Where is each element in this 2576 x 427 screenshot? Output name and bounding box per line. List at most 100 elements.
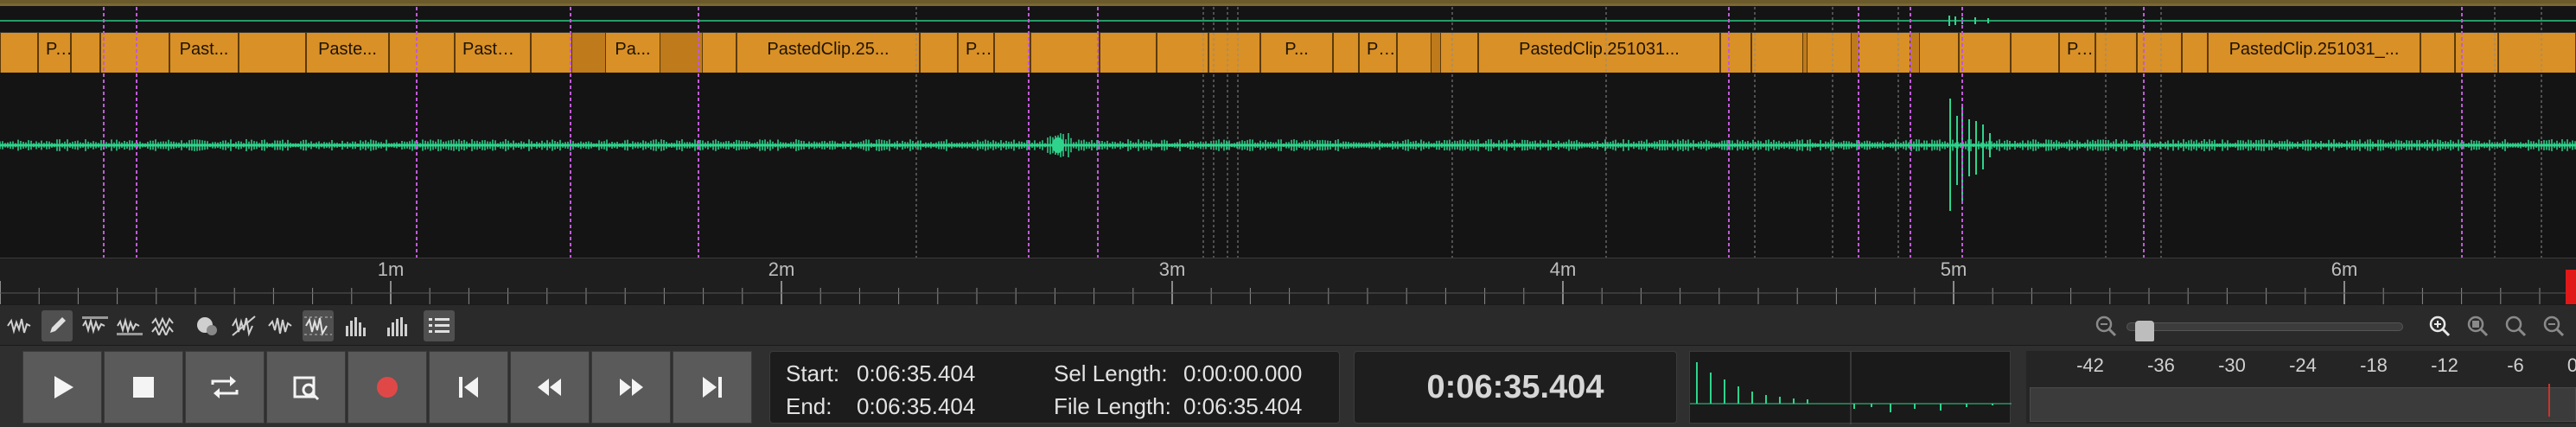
- clip-segment[interactable]: [2455, 33, 2498, 73]
- clip-segment[interactable]: [531, 33, 572, 73]
- clip-label: Paste...: [318, 40, 377, 59]
- ruler-label: 1m: [377, 258, 405, 280]
- meter-scale-label: -12: [2431, 354, 2458, 376]
- grid-wave-icon[interactable]: [303, 310, 334, 341]
- start-label: Start:: [786, 360, 840, 386]
- clip-segment[interactable]: [1859, 33, 1910, 73]
- overview-strip[interactable]: [0, 0, 2576, 33]
- clip-segment[interactable]: [2498, 33, 2576, 73]
- clip-segment[interactable]: [1751, 33, 1803, 73]
- clip[interactable]: P...: [38, 33, 71, 73]
- clip-segment[interactable]: [2420, 33, 2455, 73]
- file-length-label: File Length:: [1054, 393, 1171, 419]
- clip-segment[interactable]: [389, 33, 455, 73]
- stop-button[interactable]: [104, 351, 183, 424]
- ruler-label: 3m: [1158, 258, 1186, 280]
- clip-segment[interactable]: [1720, 33, 1751, 73]
- playhead-marker[interactable]: [2566, 270, 2576, 304]
- clip-label: PastedClip.25...: [767, 40, 889, 59]
- clip-label: P...: [46, 40, 70, 59]
- view-toolbar: [0, 304, 2576, 346]
- clip-label: PastedClip.251031_...: [2228, 40, 2400, 59]
- clip-segment[interactable]: [1333, 33, 1359, 73]
- clip-segment[interactable]: [1100, 33, 1157, 73]
- clip[interactable]: Past...: [169, 33, 239, 73]
- clip-segment[interactable]: [1397, 33, 1431, 73]
- clip-label: P...: [966, 40, 990, 59]
- meter-scale-label: -24: [2289, 354, 2317, 376]
- clip-segment[interactable]: [2011, 33, 2059, 73]
- clip-segment[interactable]: [1440, 33, 1478, 73]
- clip[interactable]: P...: [1260, 33, 1333, 73]
- go-to-end-button[interactable]: [673, 351, 752, 424]
- ruler-label: 6m: [2331, 258, 2358, 280]
- clip-segment[interactable]: [920, 33, 958, 73]
- clip-segment[interactable]: [1030, 33, 1100, 73]
- bars-icon[interactable]: [341, 310, 372, 341]
- record-button[interactable]: [348, 351, 427, 424]
- noise-icon[interactable]: [228, 310, 259, 341]
- zoom-slider-track[interactable]: [2126, 322, 2403, 331]
- zoom-selection-icon[interactable]: [2462, 310, 2493, 341]
- clip-segment[interactable]: [1919, 33, 1959, 73]
- loop-button[interactable]: [185, 351, 265, 424]
- clip-gain-icon[interactable]: [192, 310, 223, 341]
- zoom-out-icon[interactable]: [2090, 310, 2121, 341]
- clip-segment[interactable]: [2137, 33, 2182, 73]
- scrub-button[interactable]: [266, 351, 346, 424]
- bars-alt-icon[interactable]: [382, 310, 413, 341]
- sel-length-label: Sel Length:: [1054, 360, 1168, 386]
- clip-segment[interactable]: [702, 33, 736, 73]
- transport-bar: Start: 0:06:35.404 End: 0:06:35.404 Sel …: [0, 346, 2576, 427]
- clip[interactable]: PastedClip.25...: [736, 33, 920, 73]
- clip-segment[interactable]: [0, 33, 38, 73]
- rewind-icon: [538, 379, 561, 396]
- pencil-icon[interactable]: [41, 310, 73, 341]
- rewind-button[interactable]: [510, 351, 590, 424]
- clip-segment[interactable]: [71, 33, 100, 73]
- play-button[interactable]: [22, 351, 102, 424]
- wave-edit-icon[interactable]: [265, 310, 296, 341]
- current-time-display[interactable]: 0:06:35.404: [1354, 351, 1677, 424]
- clip-segment[interactable]: [239, 33, 306, 73]
- clip-track[interactable]: P... Past... Paste... Pasted... Pa... Pa…: [0, 33, 2576, 73]
- clip[interactable]: Pa...: [605, 33, 660, 73]
- clip-segment[interactable]: [1807, 33, 1852, 73]
- list-icon[interactable]: [424, 310, 455, 341]
- clip[interactable]: PastedClip.251031...: [1478, 33, 1720, 73]
- waveform-view-icon[interactable]: [3, 310, 35, 341]
- clip-segment[interactable]: [100, 33, 169, 73]
- clip[interactable]: Pasted...: [455, 33, 531, 73]
- clip-segment[interactable]: [2095, 33, 2137, 73]
- clip[interactable]: PastedClip.251031_...: [2208, 33, 2420, 73]
- clip-segment[interactable]: [2182, 33, 2208, 73]
- clip-segment[interactable]: [1157, 33, 1208, 73]
- spectral-lines-icon[interactable]: [149, 310, 180, 341]
- zoom-slider-thumb[interactable]: [2135, 321, 2154, 341]
- zoom-fit-icon[interactable]: [2500, 310, 2531, 341]
- timeline-ruler[interactable]: 1m 2m 3m 4m 5m 6m: [0, 258, 2576, 305]
- end-value[interactable]: 0:06:35.404: [857, 393, 975, 420]
- clip-segment[interactable]: [1208, 33, 1260, 73]
- clip-label: Pa...: [615, 40, 651, 59]
- meter-scale-label: -18: [2360, 354, 2388, 376]
- clip[interactable]: Paste...: [306, 33, 389, 73]
- clip-segment[interactable]: [1959, 33, 2011, 73]
- clip-segment[interactable]: [994, 33, 1030, 73]
- clip[interactable]: P...: [2059, 33, 2095, 73]
- play-icon: [54, 376, 73, 398]
- time-info-panel: Start: 0:06:35.404 End: 0:06:35.404 Sel …: [769, 351, 1340, 424]
- spectral-bands-icon[interactable]: [114, 310, 145, 341]
- spectral-view-icon[interactable]: [80, 310, 111, 341]
- sel-length-value[interactable]: 0:00:00.000: [1183, 360, 1302, 387]
- zoom-in-icon[interactable]: [2424, 310, 2455, 341]
- clip[interactable]: Pa...: [1359, 33, 1397, 73]
- meter-scale-label: -36: [2147, 354, 2175, 376]
- loop-icon: [211, 376, 239, 398]
- clip[interactable]: P...: [958, 33, 994, 73]
- waveform-area[interactable]: [0, 73, 2576, 258]
- zoom-all-icon[interactable]: [2538, 310, 2569, 341]
- go-to-start-button[interactable]: [429, 351, 508, 424]
- fast-forward-button[interactable]: [591, 351, 671, 424]
- start-value[interactable]: 0:06:35.404: [857, 360, 975, 387]
